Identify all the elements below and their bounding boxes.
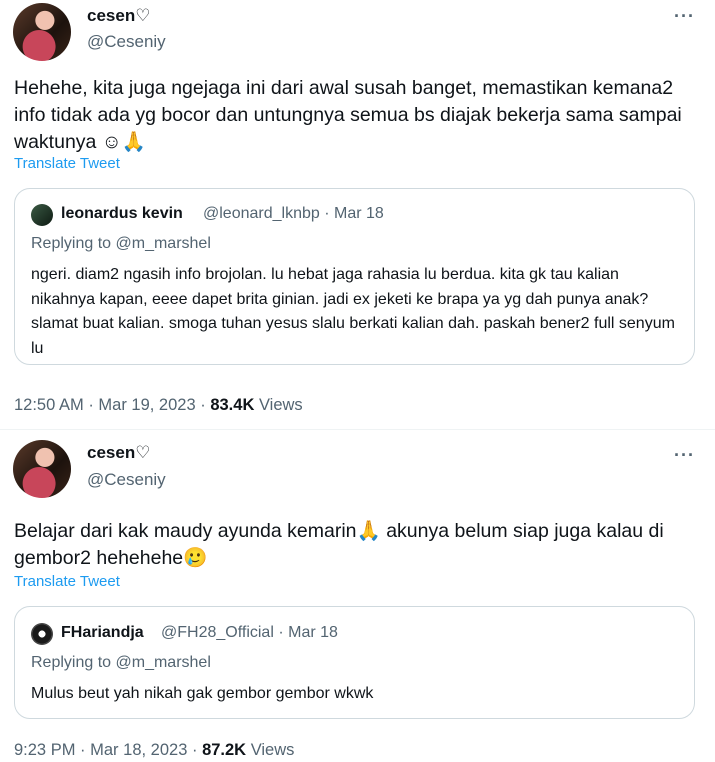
- avatar[interactable]: [13, 3, 71, 61]
- quoted-tweet[interactable]: FHariandja @FH28_Official · Mar 18 Reply…: [14, 606, 695, 719]
- quote-text: ngeri. diam2 ngasih info brojolan. lu he…: [31, 266, 675, 357]
- separator-dot: ·: [200, 396, 211, 414]
- quote-author-name: FHariandja: [61, 624, 144, 641]
- tweet-stats: 9:23 PM · Mar 18, 2023 · 87.2K Views: [14, 741, 294, 760]
- replying-to-prefix: Replying to: [31, 654, 112, 671]
- separator-dot: ·: [191, 741, 203, 759]
- view-count: 87.2K: [202, 741, 247, 759]
- quote-avatar: [31, 623, 53, 645]
- author-name[interactable]: cesen♡: [87, 6, 150, 26]
- view-count: 83.4K: [210, 396, 255, 414]
- quote-author-handle: @FH28_Official · Mar 18: [161, 624, 338, 642]
- quote-text: Mulus beut yah nikah gak gembor gembor w…: [31, 685, 374, 702]
- quote-author-handle: @leonard_lknbp · Mar 18: [203, 205, 384, 223]
- tweet-date[interactable]: Mar 19, 2023: [98, 396, 195, 414]
- tweet-time[interactable]: 12:50 AM: [14, 396, 84, 414]
- tweet-date[interactable]: Mar 18, 2023: [90, 741, 187, 759]
- author-name[interactable]: cesen♡: [87, 443, 150, 463]
- separator-dot: ·: [80, 741, 91, 759]
- more-options-icon[interactable]: ···: [674, 445, 695, 466]
- author-handle[interactable]: @Ceseniy: [87, 32, 166, 52]
- views-label: Views: [258, 396, 303, 414]
- quote-date: Mar 18: [334, 205, 384, 222]
- avatar[interactable]: [13, 440, 71, 498]
- separator-dot: ·: [324, 205, 330, 222]
- replying-to: Replying to @m_marshel: [31, 654, 211, 672]
- tweet[interactable]: cesen♡ @Ceseniy ··· Hehehe, kita juga ng…: [0, 0, 715, 430]
- quote-date: Mar 18: [288, 624, 338, 641]
- more-options-icon[interactable]: ···: [674, 6, 695, 27]
- tweet-time[interactable]: 9:23 PM: [14, 741, 75, 759]
- author-handle[interactable]: @Ceseniy: [87, 470, 166, 490]
- quote-avatar: [31, 204, 53, 226]
- replying-to-mention: @m_marshel: [115, 654, 211, 671]
- tweet-text: Hehehe, kita juga ngejaga ini dari awal …: [14, 77, 682, 153]
- replying-to: Replying to @m_marshel: [31, 235, 211, 253]
- quote-handle-text: @FH28_Official: [161, 624, 274, 641]
- quote-handle-text: @leonard_lknbp: [203, 205, 320, 222]
- views-label: Views: [250, 741, 295, 759]
- tweet-text: Belajar dari kak maudy ayunda kemarin🙏 a…: [14, 520, 664, 569]
- separator-dot: ·: [278, 624, 284, 641]
- tweet-stats: 12:50 AM · Mar 19, 2023 · 83.4K Views: [14, 396, 303, 415]
- translate-tweet-link[interactable]: Translate Tweet: [14, 155, 120, 172]
- quoted-tweet[interactable]: leonardus kevin @leonard_lknbp · Mar 18 …: [14, 188, 695, 365]
- translate-tweet-link[interactable]: Translate Tweet: [14, 573, 120, 590]
- replying-to-prefix: Replying to: [31, 235, 112, 252]
- replying-to-mention: @m_marshel: [115, 235, 211, 252]
- tweet[interactable]: cesen♡ @Ceseniy ··· Belajar dari kak mau…: [0, 430, 715, 762]
- quote-author-name: leonardus kevin: [61, 205, 183, 222]
- separator-dot: ·: [88, 396, 99, 414]
